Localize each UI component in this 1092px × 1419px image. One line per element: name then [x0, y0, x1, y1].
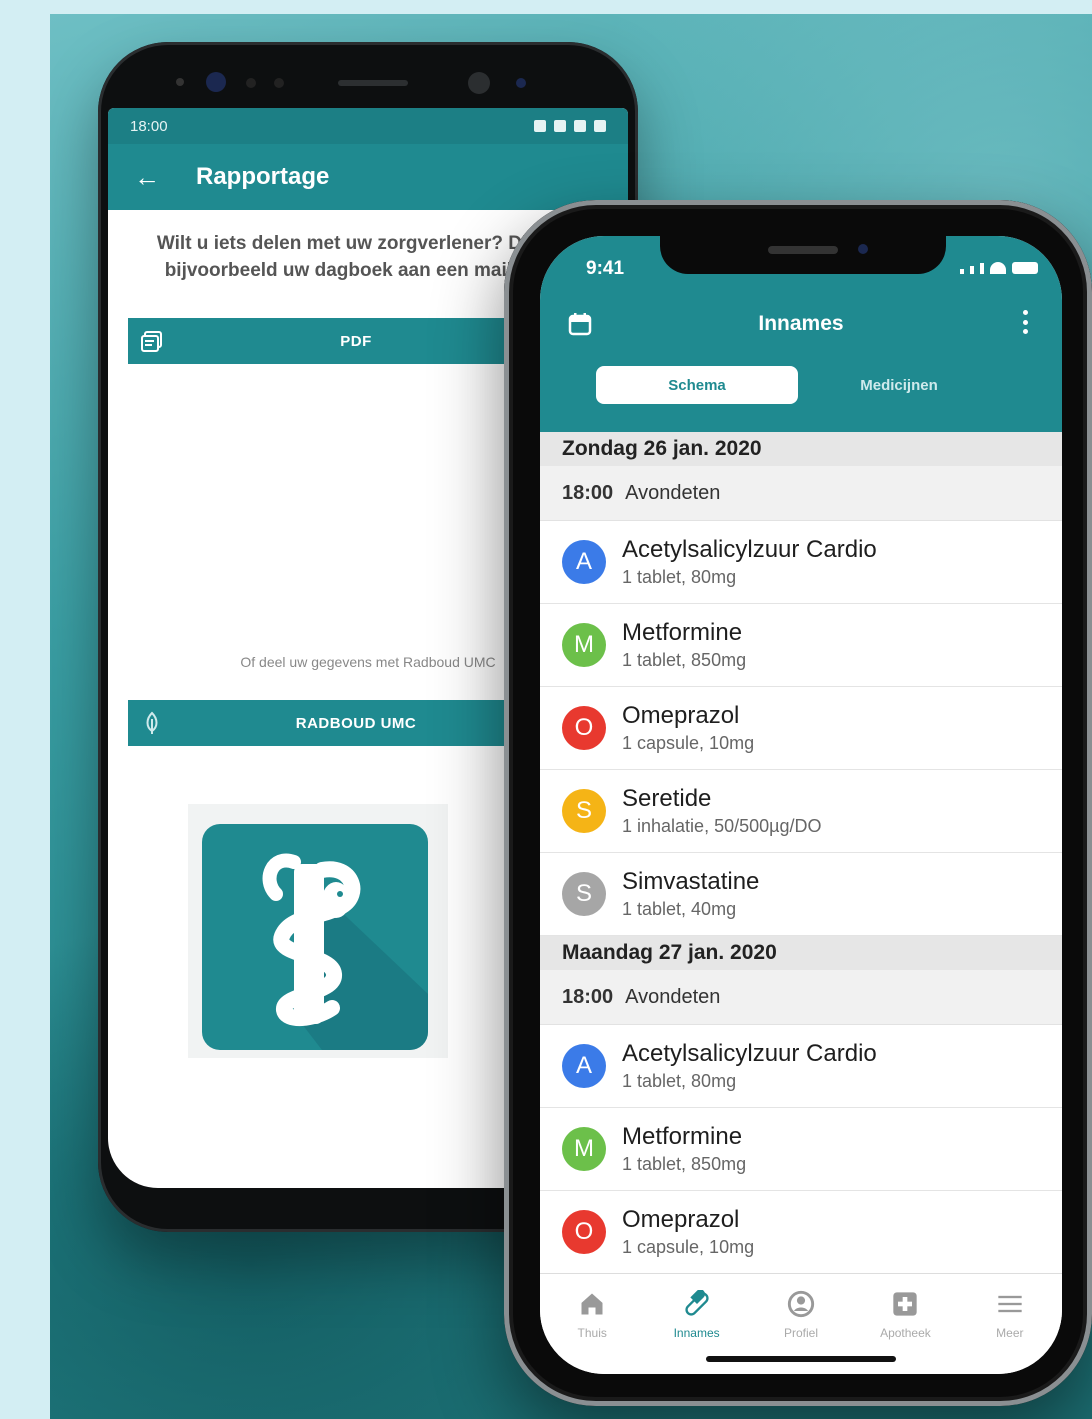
day-header: Maandag 27 jan. 2020 — [540, 936, 1062, 970]
medication-avatar: M — [562, 1127, 606, 1171]
page-title: Innames — [758, 312, 844, 335]
medication-row[interactable]: S Seretide 1 inhalatie, 50/500µg/DO — [540, 770, 1062, 853]
status-icons — [960, 262, 1038, 274]
medication-avatar: M — [562, 623, 606, 667]
promo-background: 18:00 ← Rapportage Wilt u iets delen met… — [50, 14, 1092, 1419]
pdf-button[interactable]: PDF — [128, 318, 528, 364]
battery-icon — [594, 120, 606, 132]
medication-avatar: S — [562, 872, 606, 916]
slot-time: 18:00 — [562, 985, 614, 1008]
page-title: Rapportage — [196, 163, 330, 190]
bottom-tab-bar: Thuis Innames Profiel Apotheek Meer — [540, 1273, 1062, 1374]
earpiece-speaker — [768, 246, 838, 254]
sensor-dot — [246, 78, 256, 88]
tabbar-label: Innames — [673, 1326, 720, 1340]
medication-name: Seretide — [622, 785, 712, 812]
menu-icon — [998, 1295, 1022, 1313]
staff-of-asclepius-logo — [202, 824, 428, 1050]
medication-row[interactable]: A Acetylsalicylzuur Cardio 1 tablet, 80mg — [540, 1025, 1062, 1108]
pill-icon — [685, 1290, 709, 1316]
medication-avatar: A — [562, 1044, 606, 1088]
iphone-screen: 9:41 Innames Schema Medicijnen Zondag 26… — [540, 236, 1062, 1374]
medication-row[interactable]: O Omeprazol 1 capsule, 10mg — [540, 1191, 1062, 1274]
earpiece-speaker — [338, 80, 408, 86]
back-arrow-icon[interactable]: ← — [134, 162, 160, 193]
battery-icon — [1012, 262, 1038, 274]
status-time: 9:41 — [586, 258, 625, 279]
asclepius-icon — [262, 853, 428, 1050]
tab-schema[interactable]: Schema — [596, 366, 798, 404]
pharmacy-icon — [893, 1292, 918, 1316]
medication-avatar: A — [562, 540, 606, 584]
notch — [660, 236, 946, 274]
signal-bar — [980, 263, 984, 274]
intake-list: Zondag 26 jan. 2020 18:00 Avondeten A Ac… — [540, 432, 1062, 1274]
app-logo-frame — [188, 804, 448, 1058]
medication-name: Acetylsalicylzuur Cardio — [622, 536, 877, 563]
tabbar-label: Thuis — [577, 1326, 607, 1340]
medication-dose: 1 capsule, 10mg — [622, 1237, 755, 1257]
medication-row[interactable]: O Omeprazol 1 capsule, 10mg — [540, 687, 1062, 770]
medication-dose: 1 inhalatie, 50/500µg/DO — [622, 816, 822, 836]
iphone-phone: 9:41 Innames Schema Medicijnen Zondag 26… — [504, 200, 1092, 1406]
profile-icon — [787, 1290, 815, 1318]
android-app-bar: ← Rapportage — [108, 144, 628, 210]
front-camera — [858, 244, 868, 254]
wifi-icon — [554, 120, 566, 132]
more-vertical-icon[interactable] — [1023, 310, 1028, 334]
time-slot: 18:00 Avondeten — [540, 970, 1062, 1025]
home-icon — [581, 1293, 603, 1315]
medication-name: Omeprazol — [622, 702, 740, 729]
medication-dose: 1 tablet, 850mg — [622, 1154, 747, 1174]
wifi-icon — [990, 262, 1006, 274]
status-icons — [534, 120, 606, 132]
tabbar-label: Apotheek — [880, 1326, 931, 1340]
tabbar-label: Meer — [996, 1326, 1024, 1340]
signal-bar — [970, 266, 974, 274]
medication-dose: 1 capsule, 10mg — [622, 733, 755, 753]
medication-name: Omeprazol — [622, 1206, 740, 1233]
shield-icon — [534, 120, 546, 132]
medication-row[interactable]: M Metformine 1 tablet, 850mg — [540, 604, 1062, 687]
tabbar-item-thuis[interactable]: Thuis — [540, 1274, 644, 1374]
medication-name: Metformine — [622, 619, 743, 646]
time-slot: 18:00 Avondeten — [540, 466, 1062, 521]
medication-dose: 1 tablet, 40mg — [622, 899, 737, 919]
medication-name: Simvastatine — [622, 868, 760, 895]
tab-medicijnen[interactable]: Medicijnen — [798, 366, 1000, 404]
signal-icon — [574, 120, 586, 132]
radboud-umc-button[interactable]: RADBOUD UMC — [128, 700, 528, 746]
medication-dose: 1 tablet, 80mg — [622, 1071, 737, 1091]
iris-scanner — [468, 72, 490, 94]
signal-bar — [960, 269, 964, 274]
slot-meal: Avondeten — [625, 481, 721, 504]
front-camera — [206, 72, 226, 92]
proximity-sensor — [516, 78, 526, 88]
sensor-dot — [176, 78, 184, 86]
medication-avatar: O — [562, 1210, 606, 1254]
innames-header: 9:41 Innames Schema Medicijnen — [540, 236, 1062, 432]
android-status-bar: 18:00 — [108, 108, 628, 144]
tabbar-item-meer[interactable]: Meer — [958, 1274, 1062, 1374]
medication-dose: 1 tablet, 850mg — [622, 650, 747, 670]
medication-row[interactable]: M Metformine 1 tablet, 850mg — [540, 1108, 1062, 1191]
home-indicator[interactable] — [706, 1356, 896, 1362]
day-header: Zondag 26 jan. 2020 — [540, 432, 1062, 466]
medication-row[interactable]: S Simvastatine 1 tablet, 40mg — [540, 853, 1062, 936]
medication-row[interactable]: A Acetylsalicylzuur Cardio 1 tablet, 80mg — [540, 521, 1062, 604]
medication-name: Metformine — [622, 1123, 743, 1150]
medication-avatar: O — [562, 706, 606, 750]
medication-dose: 1 tablet, 80mg — [622, 567, 737, 587]
slot-meal: Avondeten — [625, 985, 721, 1008]
medication-avatar: S — [562, 789, 606, 833]
medication-name: Acetylsalicylzuur Cardio — [622, 1040, 877, 1067]
segmented-control: Schema Medicijnen — [596, 366, 1000, 404]
slot-time: 18:00 — [562, 481, 614, 504]
sensor-dot — [274, 78, 284, 88]
status-time: 18:00 — [130, 117, 168, 135]
tabbar-label: Profiel — [784, 1326, 819, 1340]
